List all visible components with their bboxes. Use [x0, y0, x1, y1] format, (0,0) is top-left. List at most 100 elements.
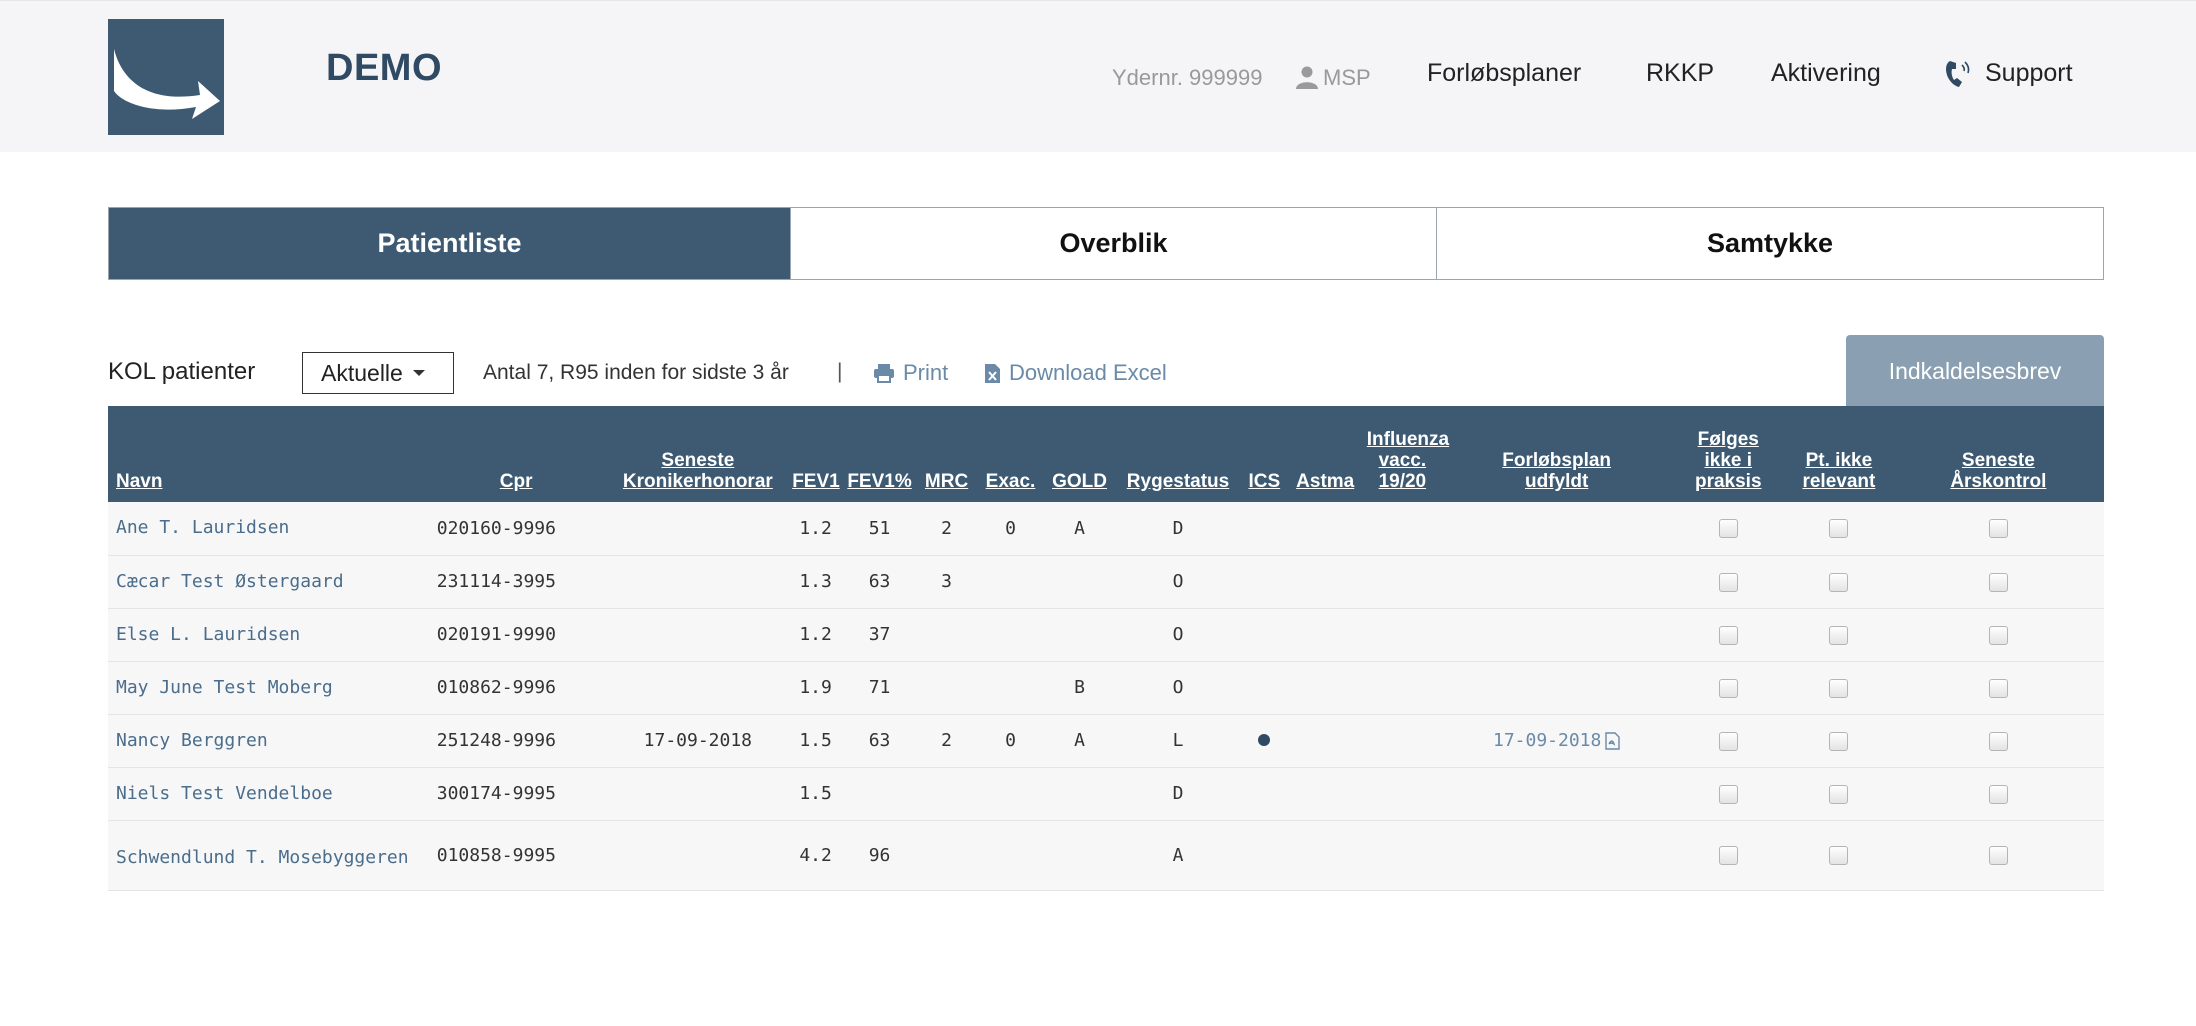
col-influenza[interactable]: Influenza vacc. 19/20	[1363, 406, 1449, 502]
col-astma[interactable]: Astma	[1288, 406, 1363, 502]
kronikerhonorar-cell	[607, 608, 788, 661]
folges-ikke-checkbox[interactable]	[1718, 678, 1738, 698]
filter-dropdown[interactable]: Aktuelle	[302, 352, 454, 394]
excel-label: Download Excel	[1009, 360, 1167, 385]
forlobsplan-cell[interactable]: 17-09-2018	[1442, 714, 1671, 767]
folges-ikke-checkbox[interactable]	[1718, 846, 1738, 865]
patient-name-cell[interactable]: Schwendlund T. Mosebyggeren	[108, 820, 425, 890]
folges-ikke-checkbox[interactable]	[1718, 625, 1738, 645]
patient-table: Navn Cpr Seneste Kronikerhonorar FEV1 FEV…	[108, 406, 2104, 891]
col-mrc[interactable]: MRC	[916, 406, 977, 502]
folges-ikke-checkbox[interactable]	[1718, 784, 1738, 804]
folges-ikke-checkbox[interactable]	[1718, 572, 1738, 592]
printer-icon	[874, 364, 894, 383]
folges-ikke-checkbox-cell	[1671, 661, 1785, 714]
seneste-arskontrol-checkbox-cell	[1893, 820, 2104, 890]
table-row[interactable]: Else L. Lauridsen 020191-9990 1.2 37 O	[108, 608, 2104, 661]
patient-name-cell[interactable]: Else L. Lauridsen	[108, 608, 425, 661]
table-row[interactable]: May June Test Moberg 010862-9996 1.9 71 B O	[108, 661, 2104, 714]
patient-name-cell[interactable]: May June Test Moberg	[108, 661, 425, 714]
col-cpr[interactable]: Cpr	[425, 406, 608, 502]
fev1-pct-cell: 96	[868, 844, 891, 866]
download-excel-link[interactable]: Download Excel	[984, 360, 1167, 386]
cpr-cell: 300174-9995	[436, 783, 556, 804]
exac-cell	[977, 555, 1044, 608]
nav-aktivering[interactable]: Aktivering	[1771, 59, 1881, 88]
pt-ikke-relevant-checkbox[interactable]	[1829, 678, 1849, 698]
patient-name-cell[interactable]: Cæcar Test Østergaard	[108, 555, 425, 608]
folges-ikke-checkbox[interactable]	[1718, 731, 1738, 751]
col-navn[interactable]: Navn	[108, 406, 425, 502]
col-fev1-pct[interactable]: FEV1%	[843, 406, 916, 502]
pt-ikke-relevant-checkbox[interactable]	[1829, 731, 1849, 751]
patient-name-cell[interactable]: Nancy Berggren	[108, 714, 425, 767]
fev1-pct-cell: 71	[868, 677, 891, 698]
mrc-cell	[916, 661, 977, 714]
nav-rkkp[interactable]: RKKP	[1646, 59, 1714, 88]
patient-name-cell[interactable]: Niels Test Vendelboe	[108, 767, 425, 820]
patient-name-cell[interactable]: Ane T. Lauridsen	[108, 502, 425, 555]
col-folges-ikke[interactable]: Følges ikke i praksis	[1671, 406, 1785, 502]
seneste-arskontrol-checkbox-cell	[1893, 767, 2104, 820]
ics-cell	[1241, 502, 1288, 555]
nav-support[interactable]: Support	[1985, 59, 2073, 88]
nav-forlobsplaner[interactable]: Forløbsplaner	[1427, 59, 1581, 88]
table-row[interactable]: Ane T. Lauridsen 020160-9996 1.2 51 2 0 A D	[108, 502, 2104, 555]
rygestatus-cell: O	[1172, 571, 1184, 592]
col-seneste-arskontrol[interactable]: Seneste Årskontrol	[1893, 406, 2104, 502]
fev1-cell: 4.2	[799, 844, 832, 866]
seneste-arskontrol-checkbox[interactable]	[1988, 519, 2008, 539]
indkaldelsesbrev-button[interactable]: Indkaldelsesbrev	[1846, 335, 2104, 407]
ics-dot-icon	[1258, 734, 1271, 746]
tab-samtykke[interactable]: Samtykke	[1437, 208, 2103, 279]
logo-arrow-icon	[114, 49, 220, 119]
pt-ikke-relevant-checkbox[interactable]	[1829, 846, 1849, 865]
folges-ikke-checkbox-cell	[1671, 820, 1785, 890]
cpr-cell: 020160-9996	[436, 517, 556, 539]
table-row[interactable]: Nancy Berggren 251248-9996 17-09-2018 1.5 63…	[108, 714, 2104, 767]
col-exac[interactable]: Exac.	[977, 406, 1044, 502]
col-forlobsplan[interactable]: Forløbsplan udfyldt	[1442, 406, 1671, 502]
seneste-arskontrol-checkbox[interactable]	[1988, 572, 2008, 592]
col-kronikerhonorar[interactable]: Seneste Kronikerhonorar	[607, 406, 788, 502]
ics-cell	[1241, 767, 1288, 820]
astma-cell	[1288, 608, 1363, 661]
cpr-cell: 010862-9996	[436, 677, 556, 698]
pt-ikke-relevant-checkbox-cell	[1785, 714, 1893, 767]
folges-ikke-checkbox[interactable]	[1718, 519, 1738, 539]
pt-ikke-relevant-checkbox-cell	[1785, 767, 1893, 820]
seneste-arskontrol-checkbox[interactable]	[1988, 678, 2008, 698]
col-rygestatus[interactable]: Rygestatus	[1115, 406, 1241, 502]
table-row[interactable]: Schwendlund T. Mosebyggeren 010858-9995 4.…	[108, 820, 2104, 890]
col-pt-ikke-relevant[interactable]: Pt. ikke relevant	[1785, 406, 1893, 502]
pdf-file-icon[interactable]	[1605, 732, 1621, 750]
tab-overblik[interactable]: Overblik	[791, 208, 1437, 279]
table-row[interactable]: Cæcar Test Østergaard 231114-3995 1.3 63 3 O	[108, 555, 2104, 608]
print-link[interactable]: Print	[873, 360, 948, 386]
pt-ikke-relevant-checkbox[interactable]	[1829, 625, 1849, 645]
seneste-arskontrol-checkbox-cell	[1893, 502, 2104, 555]
forlobsplan-date[interactable]: 17-09-2018	[1493, 730, 1601, 751]
folges-ikke-checkbox-cell	[1671, 714, 1785, 767]
fev1-cell: 1.2	[799, 517, 832, 539]
pt-ikke-relevant-checkbox[interactable]	[1829, 784, 1849, 804]
seneste-arskontrol-checkbox[interactable]	[1988, 784, 2008, 804]
kronikerhonorar-cell	[607, 767, 788, 820]
col-ics[interactable]: ICS	[1241, 406, 1288, 502]
logo[interactable]	[108, 19, 224, 135]
table-row[interactable]: Niels Test Vendelboe 300174-9995 1.5 D	[108, 767, 2104, 820]
tab-patientliste[interactable]: Patientliste	[109, 208, 791, 279]
seneste-arskontrol-checkbox[interactable]	[1988, 625, 2008, 645]
gold-cell: A	[1074, 517, 1085, 539]
seneste-arskontrol-checkbox[interactable]	[1988, 731, 2008, 751]
col-gold[interactable]: GOLD	[1044, 406, 1115, 502]
user-initials[interactable]: MSP	[1323, 65, 1371, 91]
seneste-arskontrol-checkbox[interactable]	[1988, 846, 2008, 865]
col-fev1[interactable]: FEV1	[788, 406, 843, 502]
pt-ikke-relevant-checkbox[interactable]	[1829, 572, 1849, 592]
gold-cell: B	[1074, 677, 1085, 698]
pt-ikke-relevant-checkbox[interactable]	[1829, 519, 1849, 539]
influenza-cell	[1363, 502, 1442, 555]
exac-cell	[977, 820, 1044, 890]
folges-ikke-checkbox-cell	[1671, 555, 1785, 608]
